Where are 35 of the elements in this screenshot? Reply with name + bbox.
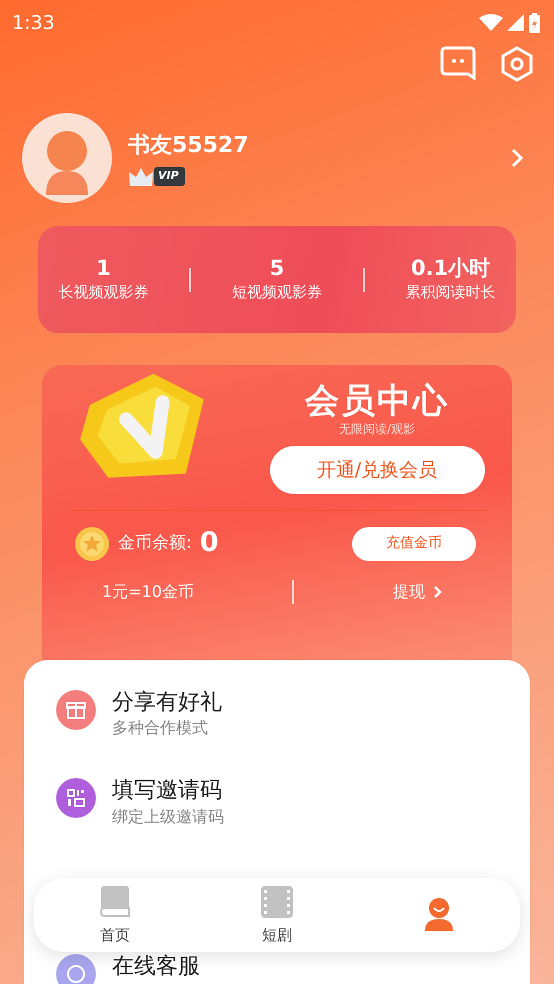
stat-value: 0.1小时	[410, 256, 492, 281]
chevron-right-icon[interactable]	[510, 148, 524, 168]
signal-icon	[507, 14, 525, 32]
chevron-right-icon[interactable]	[432, 584, 442, 599]
avatar-icon	[22, 113, 112, 203]
stat-label: 短视频观影券	[232, 282, 322, 303]
crown-icon	[128, 166, 154, 188]
status-time: 1:33	[12, 10, 55, 36]
menu-item-title[interactable]: 在线客服	[112, 954, 200, 980]
book-icon	[97, 884, 133, 920]
stat-label: 长视频观影券	[58, 282, 148, 303]
vip-badge: VIP	[154, 167, 185, 186]
menu-item-title[interactable]: 填写邀请码	[112, 778, 224, 805]
coin-balance-label: 金币余额:	[118, 532, 192, 555]
coin-icon	[74, 526, 110, 562]
stat-value: 5	[268, 256, 286, 281]
nav-tab[interactable]: 首页	[97, 884, 133, 946]
nav-tab[interactable]: 短剧	[259, 884, 295, 946]
film-icon	[259, 884, 295, 920]
member-center-title: 会员中心	[305, 383, 449, 420]
stat-label: 累积阅读时长	[406, 282, 496, 303]
menu-item-subtitle: 绑定上级邀请码	[112, 806, 224, 828]
user-name: 书友55527	[128, 132, 250, 160]
member-subtitle: 无限阅读/观影	[338, 421, 416, 438]
chat-icon[interactable]	[440, 46, 476, 80]
menu-item-title[interactable]: 分享有好礼	[112, 690, 222, 716]
stat-value: 1	[95, 256, 112, 281]
menu-item-subtitle: 多种合作模式	[112, 717, 209, 740]
settings-icon[interactable]	[500, 46, 534, 82]
wifi-icon	[479, 14, 503, 32]
qr-code-icon	[56, 778, 96, 818]
exchange-rate: 1元=10金币	[102, 580, 194, 603]
gift-icon	[56, 690, 96, 730]
battery-icon	[529, 13, 540, 33]
coin-balance-value: 0	[200, 526, 219, 560]
